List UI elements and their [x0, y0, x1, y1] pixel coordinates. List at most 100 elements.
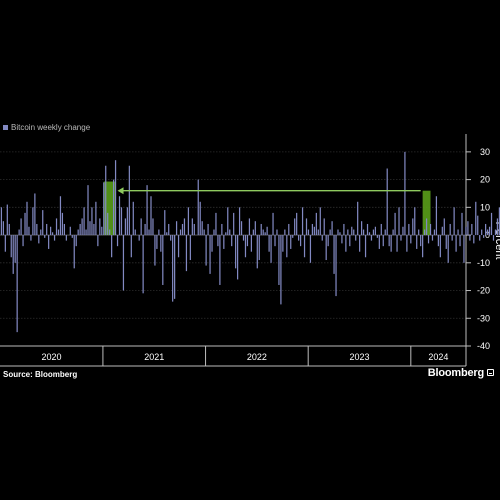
bar — [366, 223, 369, 236]
bar — [69, 226, 71, 236]
bar — [402, 226, 404, 236]
bar — [32, 207, 34, 236]
bar — [309, 235, 312, 263]
bar — [339, 232, 341, 236]
bar — [65, 235, 67, 241]
bar — [252, 229, 254, 236]
bar — [382, 235, 384, 247]
bar — [154, 235, 156, 266]
bar — [205, 235, 207, 266]
bar — [264, 232, 266, 236]
bar — [164, 210, 166, 236]
bar — [53, 235, 56, 241]
bar — [63, 223, 66, 236]
bar — [396, 235, 398, 252]
bar — [209, 235, 211, 274]
bar — [111, 235, 113, 258]
bar — [437, 235, 439, 247]
bloomberg-logo: Bloomberg — [427, 367, 484, 379]
bar — [321, 235, 323, 241]
bar — [148, 229, 150, 236]
legend: Bitcoin weekly change — [3, 123, 90, 132]
bar — [8, 223, 10, 236]
y-tick-label: -10 — [477, 258, 490, 268]
chart: 3020100-10-20-30-40Percent20202021202220… — [0, 134, 500, 367]
bar — [130, 235, 132, 258]
bar — [238, 207, 241, 236]
bar — [268, 235, 270, 252]
bar — [109, 229, 111, 236]
bar — [158, 229, 160, 236]
bar — [341, 235, 343, 244]
bar — [211, 235, 213, 252]
x-tick-label: 2022 — [247, 352, 267, 362]
bar — [174, 235, 176, 299]
legend-swatch — [3, 125, 8, 130]
bar — [166, 232, 168, 236]
bar — [12, 235, 14, 274]
bar — [231, 235, 233, 247]
bar — [435, 196, 438, 236]
bar — [307, 229, 310, 236]
bar — [372, 229, 375, 236]
bar — [331, 221, 333, 236]
bar — [284, 229, 286, 236]
bar — [400, 235, 402, 241]
bar — [311, 223, 314, 236]
bar — [422, 235, 424, 258]
bar — [473, 235, 475, 244]
bar — [282, 235, 284, 252]
bar — [392, 229, 394, 236]
bar — [319, 207, 321, 236]
bar — [235, 235, 237, 269]
bar — [445, 235, 447, 249]
bar — [233, 212, 235, 236]
bar — [105, 165, 107, 236]
arrow-head — [117, 187, 124, 195]
bar — [398, 207, 400, 236]
bar — [223, 235, 225, 249]
bar — [305, 218, 308, 236]
bar — [461, 212, 463, 236]
bar — [4, 235, 6, 252]
bar — [362, 229, 365, 236]
bar — [317, 229, 319, 236]
bar — [170, 235, 172, 241]
bar — [418, 229, 420, 236]
bar — [274, 235, 276, 247]
bar — [390, 235, 392, 252]
bar — [57, 229, 60, 236]
bar — [40, 229, 42, 236]
bar — [463, 235, 465, 263]
bar — [197, 179, 199, 236]
bar — [181, 223, 184, 236]
bar — [475, 201, 477, 236]
bar — [150, 196, 152, 236]
bar — [394, 212, 396, 236]
bar — [481, 229, 483, 236]
bar — [24, 212, 26, 236]
bar — [414, 207, 416, 236]
y-tick-label: -30 — [477, 313, 490, 323]
bar — [451, 235, 453, 241]
bar — [278, 235, 280, 285]
bar — [299, 235, 302, 247]
bar — [51, 232, 54, 236]
bar — [101, 226, 103, 236]
bar — [469, 235, 471, 241]
bar — [439, 235, 441, 258]
bar — [351, 226, 353, 236]
bar — [494, 229, 497, 236]
bar — [370, 235, 373, 241]
bar — [140, 218, 142, 236]
bar — [6, 204, 8, 236]
bar — [175, 221, 178, 236]
x-tick-label: 2024 — [428, 352, 448, 362]
y-tick-label: -40 — [477, 341, 490, 351]
bar — [103, 182, 105, 236]
bar — [477, 215, 479, 236]
bar — [260, 223, 262, 236]
bar — [244, 235, 247, 258]
y-tick-label: 30 — [480, 147, 490, 157]
bar — [490, 212, 493, 236]
